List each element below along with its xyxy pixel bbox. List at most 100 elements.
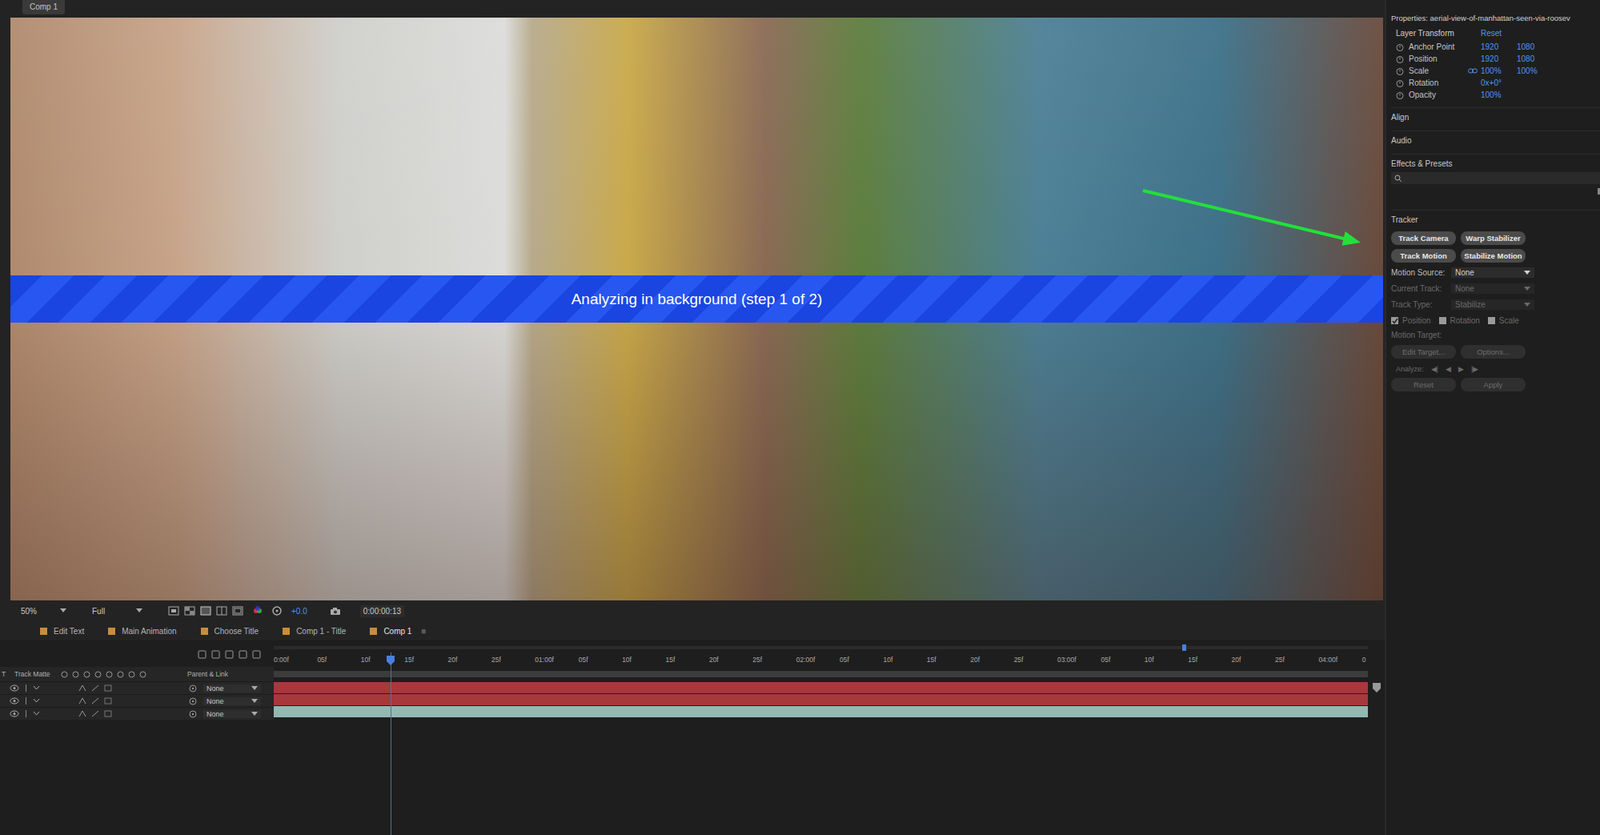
exposure-reset-icon[interactable] [272,605,282,616]
time-navigator[interactable] [273,642,1368,653]
parent-dropdown[interactable]: None [203,684,261,693]
target-button[interactable]: Edit Target... [1391,344,1456,359]
channel-icon[interactable] [252,605,263,616]
layer-row[interactable]: None [0,681,274,694]
property-value[interactable]: 100% [1480,90,1517,100]
effects-icon[interactable] [104,684,113,692]
tracker-action[interactable]: Reset [1391,377,1456,392]
timeline-tab[interactable]: Comp 1≡ [369,626,426,636]
resolution-dropdown[interactable]: Full [92,606,143,616]
shy-icon[interactable] [78,697,87,705]
quality-icon[interactable] [91,697,100,705]
effects-icon[interactable] [104,709,113,718]
pickwhip-icon[interactable] [188,709,197,718]
switch-header-icon[interactable] [116,670,125,678]
timeline-tab[interactable]: Choose Title [200,626,260,636]
field-dropdown[interactable]: None [1451,283,1535,294]
switch-icon[interactable] [211,649,221,659]
composition-viewer[interactable]: Analyzing in background (step 1 of 2) [10,17,1384,601]
guides-icon[interactable] [216,605,228,616]
field-dropdown[interactable]: None [1451,267,1535,278]
checkbox-box[interactable] [1391,316,1399,325]
transparency-grid-icon[interactable] [184,605,196,616]
tracker-header[interactable]: Tracker≡ [1391,209,1600,225]
twirl-icon[interactable] [32,697,41,704]
property-value[interactable]: 1080 [1516,54,1600,64]
tracker-button[interactable]: Warp Stabilizer [1460,231,1526,245]
pickwhip-icon[interactable] [188,684,197,693]
quality-icon[interactable] [91,709,100,718]
switch-header-icon[interactable] [94,670,102,678]
parent-dropdown[interactable]: None [203,697,261,706]
timecode[interactable]: 0:00:00:13 [360,605,405,618]
time-ruler[interactable]: 0:00f05f10f15f20f25f01:00f05f10f15f20f25… [273,652,1368,667]
switch-icon[interactable] [238,649,248,659]
grid-icon[interactable] [232,605,244,616]
switch-header-icon[interactable] [72,670,80,678]
analyze-button[interactable]: ◀| [1431,364,1439,373]
switch-icon[interactable] [224,649,234,659]
property-value[interactable]: 1920 [1480,42,1517,52]
layer-row[interactable]: None [0,706,274,720]
tracker-action[interactable]: Apply [1460,377,1526,392]
tracker-checkbox[interactable]: Position [1391,316,1432,325]
mask-icon[interactable] [200,605,212,616]
time-track[interactable]: 0:00f05f10f15f20f25f01:00f05f10f15f20f25… [273,641,1368,835]
property-value[interactable]: 1920 [1480,54,1517,64]
switch-header-icon[interactable] [128,670,136,678]
layer-bar[interactable] [273,681,1368,694]
comp-end-icon[interactable] [1372,682,1381,693]
property-value[interactable]: 100% [1480,66,1517,76]
exposure-value[interactable]: +0.0 [291,606,308,616]
checkbox-box[interactable] [1439,316,1447,325]
zoom-dropdown[interactable]: 50% [20,606,67,616]
analyze-button[interactable]: ◀ [1445,364,1452,373]
property-value[interactable]: 0x+0° [1480,78,1517,88]
camera-icon[interactable] [329,606,341,616]
analyze-button[interactable]: |▶ [1471,364,1479,373]
switch-icon[interactable] [197,649,207,659]
timeline-tab[interactable]: Comp 1 - Title [282,626,346,636]
field-dropdown[interactable]: Stabilize [1451,299,1535,310]
tracker-button[interactable]: Stabilize Motion [1460,248,1526,263]
reset-link[interactable]: Reset [1480,28,1600,38]
panel-header[interactable]: Align [1391,107,1600,123]
work-area-bar[interactable] [273,666,1368,682]
switch-header-icon[interactable] [60,670,69,678]
twirl-icon[interactable] [32,710,41,717]
stopwatch-icon[interactable] [1395,43,1404,52]
eye-icon[interactable] [9,697,20,705]
target-button[interactable]: Options... [1460,344,1526,359]
effects-header[interactable]: Effects & Presets≡ [1391,153,1600,169]
layer-bar[interactable] [273,705,1368,718]
switch-header-icon[interactable] [83,670,91,678]
property-value[interactable]: 1080 [1516,42,1600,52]
tracker-button[interactable]: Track Motion [1391,248,1456,263]
stopwatch-icon[interactable] [1395,55,1404,64]
stopwatch-icon[interactable] [1395,91,1404,100]
panel-header[interactable]: Audio [1391,130,1600,146]
effects-search[interactable] [1391,172,1600,185]
new-bin-icon[interactable] [1596,187,1600,196]
eye-icon[interactable] [9,684,20,692]
shy-icon[interactable] [78,709,87,718]
pickwhip-icon[interactable] [188,697,197,706]
analyze-button[interactable]: ▶ [1458,364,1464,373]
property-value[interactable]: 100% [1516,66,1600,76]
tracker-button[interactable]: Track Camera [1391,231,1456,245]
switch-header-icon[interactable] [105,670,113,678]
parent-dropdown[interactable]: None [203,709,261,718]
work-area-end-marker[interactable] [1182,644,1187,651]
effects-icon[interactable] [104,697,113,705]
playhead-handle-icon[interactable] [386,655,395,666]
stopwatch-icon[interactable] [1395,79,1404,88]
eye-icon[interactable] [9,709,20,718]
link-icon[interactable] [1467,68,1478,74]
checkbox-box[interactable] [1487,316,1496,325]
stopwatch-icon[interactable] [1395,67,1404,76]
playhead[interactable] [390,652,392,835]
quality-icon[interactable] [91,684,100,692]
region-icon[interactable] [168,605,180,616]
layer-bar[interactable] [273,693,1368,706]
switch-icon[interactable] [252,649,261,659]
